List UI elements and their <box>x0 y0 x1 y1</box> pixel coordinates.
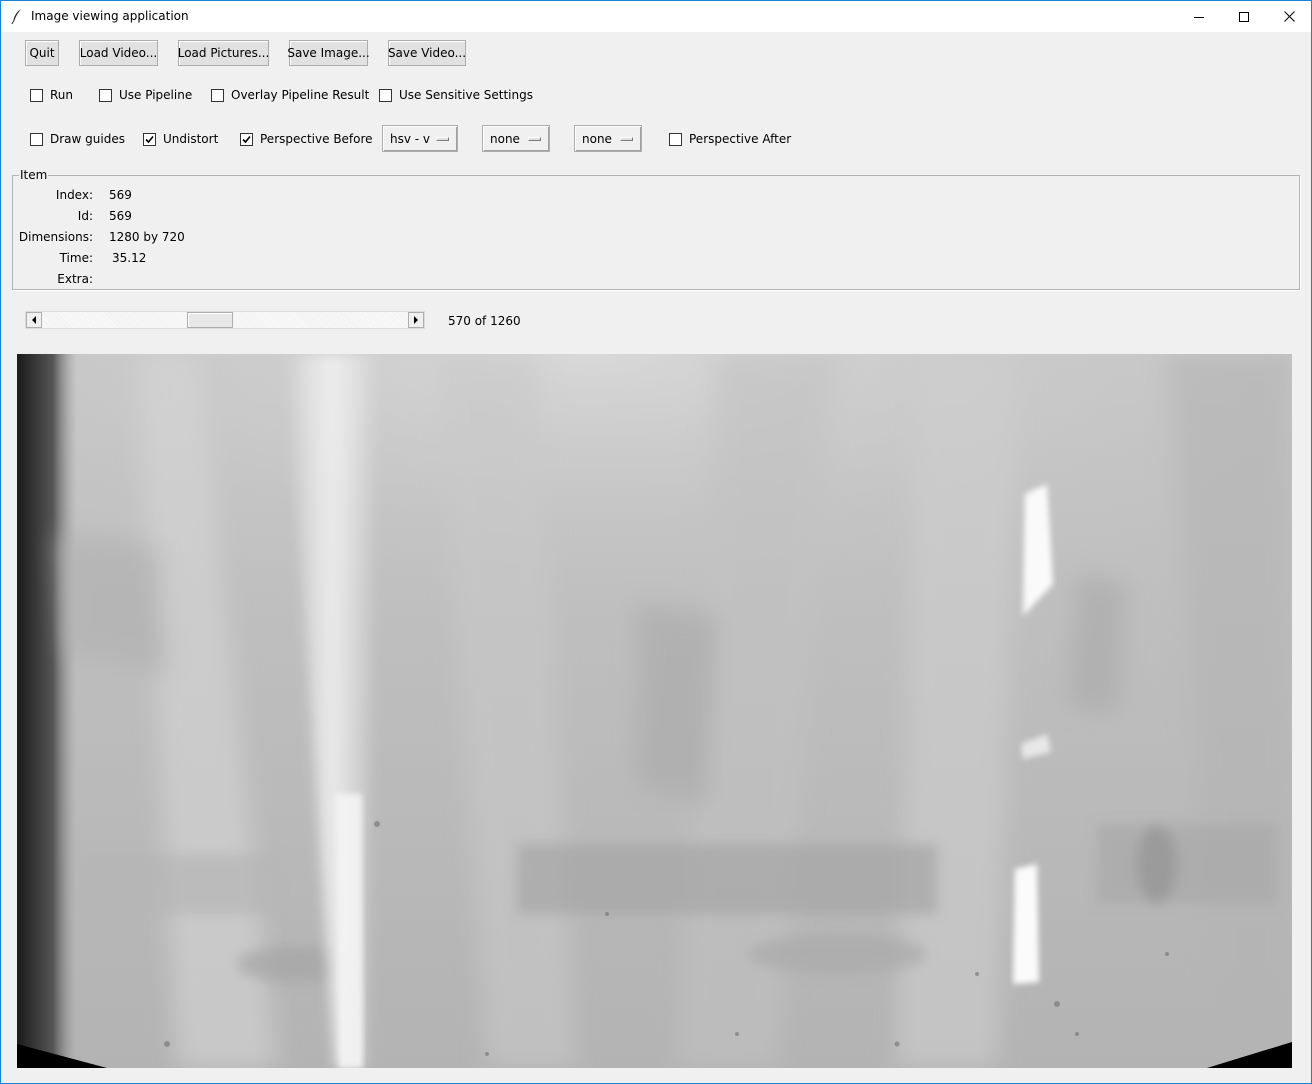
use-pipeline-label: Use Pipeline <box>119 88 193 102</box>
checkmark-icon <box>242 135 251 143</box>
checkbox-box[interactable] <box>30 88 43 102</box>
maximize-button[interactable] <box>1221 1 1267 32</box>
image-view[interactable] <box>17 354 1292 1068</box>
dimensions-label: Dimensions: <box>18 230 93 244</box>
run-label: Run <box>50 88 74 102</box>
item-frame: Item Index: 569 Id: 569 Dimensions: 1280… <box>12 168 1300 290</box>
checkbox-box[interactable] <box>30 132 43 146</box>
arrow-left-icon <box>32 316 36 324</box>
scroll-thumb[interactable] <box>187 312 233 328</box>
use-pipeline-checkbox[interactable]: Use Pipeline <box>99 88 192 102</box>
road-image <box>17 354 1292 1068</box>
colorspace-menu[interactable]: hsv - v <box>382 125 458 152</box>
scroll-left-button[interactable] <box>26 312 42 328</box>
checkbox-box[interactable] <box>240 132 253 146</box>
load-video-button[interactable]: Load Video... <box>79 40 158 66</box>
run-checkbox[interactable]: Run <box>30 88 73 102</box>
arrow-right-icon <box>414 316 418 324</box>
minimize-icon <box>1194 16 1204 18</box>
checkmark-icon <box>145 135 154 143</box>
filter-menu-2[interactable]: none <box>574 125 642 152</box>
draw-guides-label: Draw guides <box>50 132 125 146</box>
item-frame-legend: Item <box>19 168 49 182</box>
menu-indicator-icon <box>528 137 541 141</box>
checkbox-box[interactable] <box>379 88 392 102</box>
menu-indicator-icon <box>436 137 449 141</box>
colorspace-menu-value: hsv - v <box>390 131 431 146</box>
filter-menu-1-value: none <box>490 131 520 146</box>
id-label: Id: <box>77 209 93 223</box>
close-icon <box>1283 11 1295 22</box>
checkbox-box[interactable] <box>669 132 682 146</box>
extra-label: Extra: <box>57 272 93 286</box>
index-label: Index: <box>55 188 93 202</box>
save-image-button[interactable]: Save Image... <box>287 40 370 66</box>
close-button[interactable] <box>1266 1 1312 32</box>
perspective-after-checkbox[interactable]: Perspective After <box>669 132 791 146</box>
title-bar[interactable]: Image viewing application <box>1 1 1311 32</box>
dimensions-value: 1280 by 720 <box>109 230 185 244</box>
frame-scrollbar[interactable] <box>25 311 425 329</box>
perspective-after-label: Perspective After <box>689 132 792 146</box>
undistort-checkbox[interactable]: Undistort <box>143 132 218 146</box>
perspective-before-label: Perspective Before <box>260 132 373 146</box>
draw-guides-checkbox[interactable]: Draw guides <box>30 132 125 146</box>
perspective-before-checkbox[interactable]: Perspective Before <box>240 132 373 146</box>
save-video-button[interactable]: Save Video... <box>388 40 466 66</box>
filter-menu-2-value: none <box>582 131 612 146</box>
checkbox-box[interactable] <box>211 88 224 102</box>
window-title: Image viewing application <box>31 9 189 23</box>
sensitive-settings-checkbox[interactable]: Use Sensitive Settings <box>379 88 533 102</box>
maximize-icon <box>1239 11 1249 22</box>
undistort-label: Undistort <box>163 132 219 146</box>
overlay-pipeline-checkbox[interactable]: Overlay Pipeline Result <box>211 88 369 102</box>
menu-indicator-icon <box>620 137 633 141</box>
id-value: 569 <box>109 209 132 223</box>
checkbox-box[interactable] <box>143 132 156 146</box>
index-value: 569 <box>109 188 132 202</box>
quit-button[interactable]: Quit <box>25 40 59 66</box>
app-window: Image viewing application Quit Load Vide… <box>0 0 1312 1084</box>
time-label: Time: <box>59 251 93 265</box>
overlay-pipeline-label: Overlay Pipeline Result <box>231 88 370 102</box>
checkbox-box[interactable] <box>99 88 112 102</box>
feather-icon <box>10 8 24 25</box>
minimize-button[interactable] <box>1176 1 1222 32</box>
time-value: 35.12 <box>112 251 147 265</box>
filter-menu-1[interactable]: none <box>482 125 550 152</box>
load-pictures-button[interactable]: Load Pictures... <box>178 40 269 66</box>
frame-counter: 570 of 1260 <box>448 314 521 328</box>
sensitive-settings-label: Use Sensitive Settings <box>399 88 533 102</box>
scroll-right-button[interactable] <box>408 312 424 328</box>
